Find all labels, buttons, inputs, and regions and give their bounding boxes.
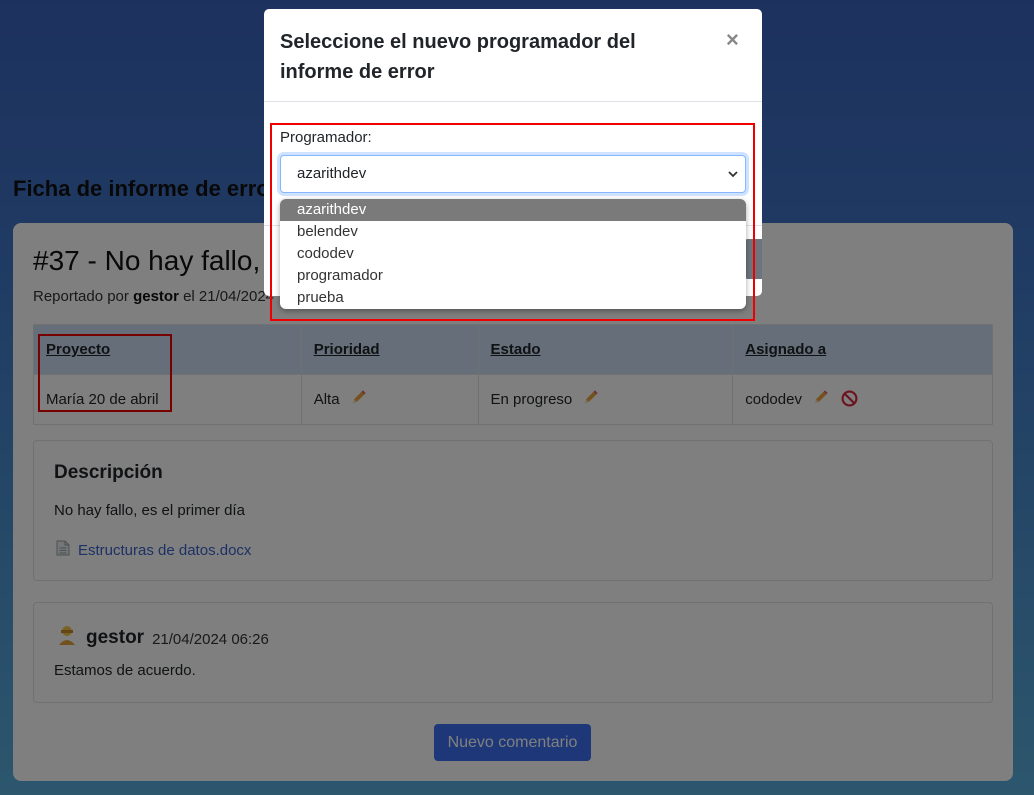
programmer-label: Programador: — [280, 129, 372, 146]
programmer-select[interactable]: azarithdev — [280, 155, 746, 193]
modal-title: Seleccione el nuevo programador del info… — [280, 31, 636, 83]
dropdown-option[interactable]: cododev — [280, 243, 746, 265]
close-icon[interactable]: × — [726, 27, 739, 53]
modal-footer-button[interactable] — [744, 239, 762, 279]
dropdown-option[interactable]: belendev — [280, 221, 746, 243]
dropdown-option[interactable]: azarithdev — [280, 199, 746, 221]
modal-header-divider — [264, 101, 762, 102]
programmer-dropdown-list: azarithdev belendev cododev programador … — [280, 199, 746, 309]
dropdown-option[interactable]: prueba — [280, 287, 746, 309]
programmer-selected-value: azarithdev — [297, 165, 367, 182]
dropdown-option[interactable]: programador — [280, 265, 746, 287]
